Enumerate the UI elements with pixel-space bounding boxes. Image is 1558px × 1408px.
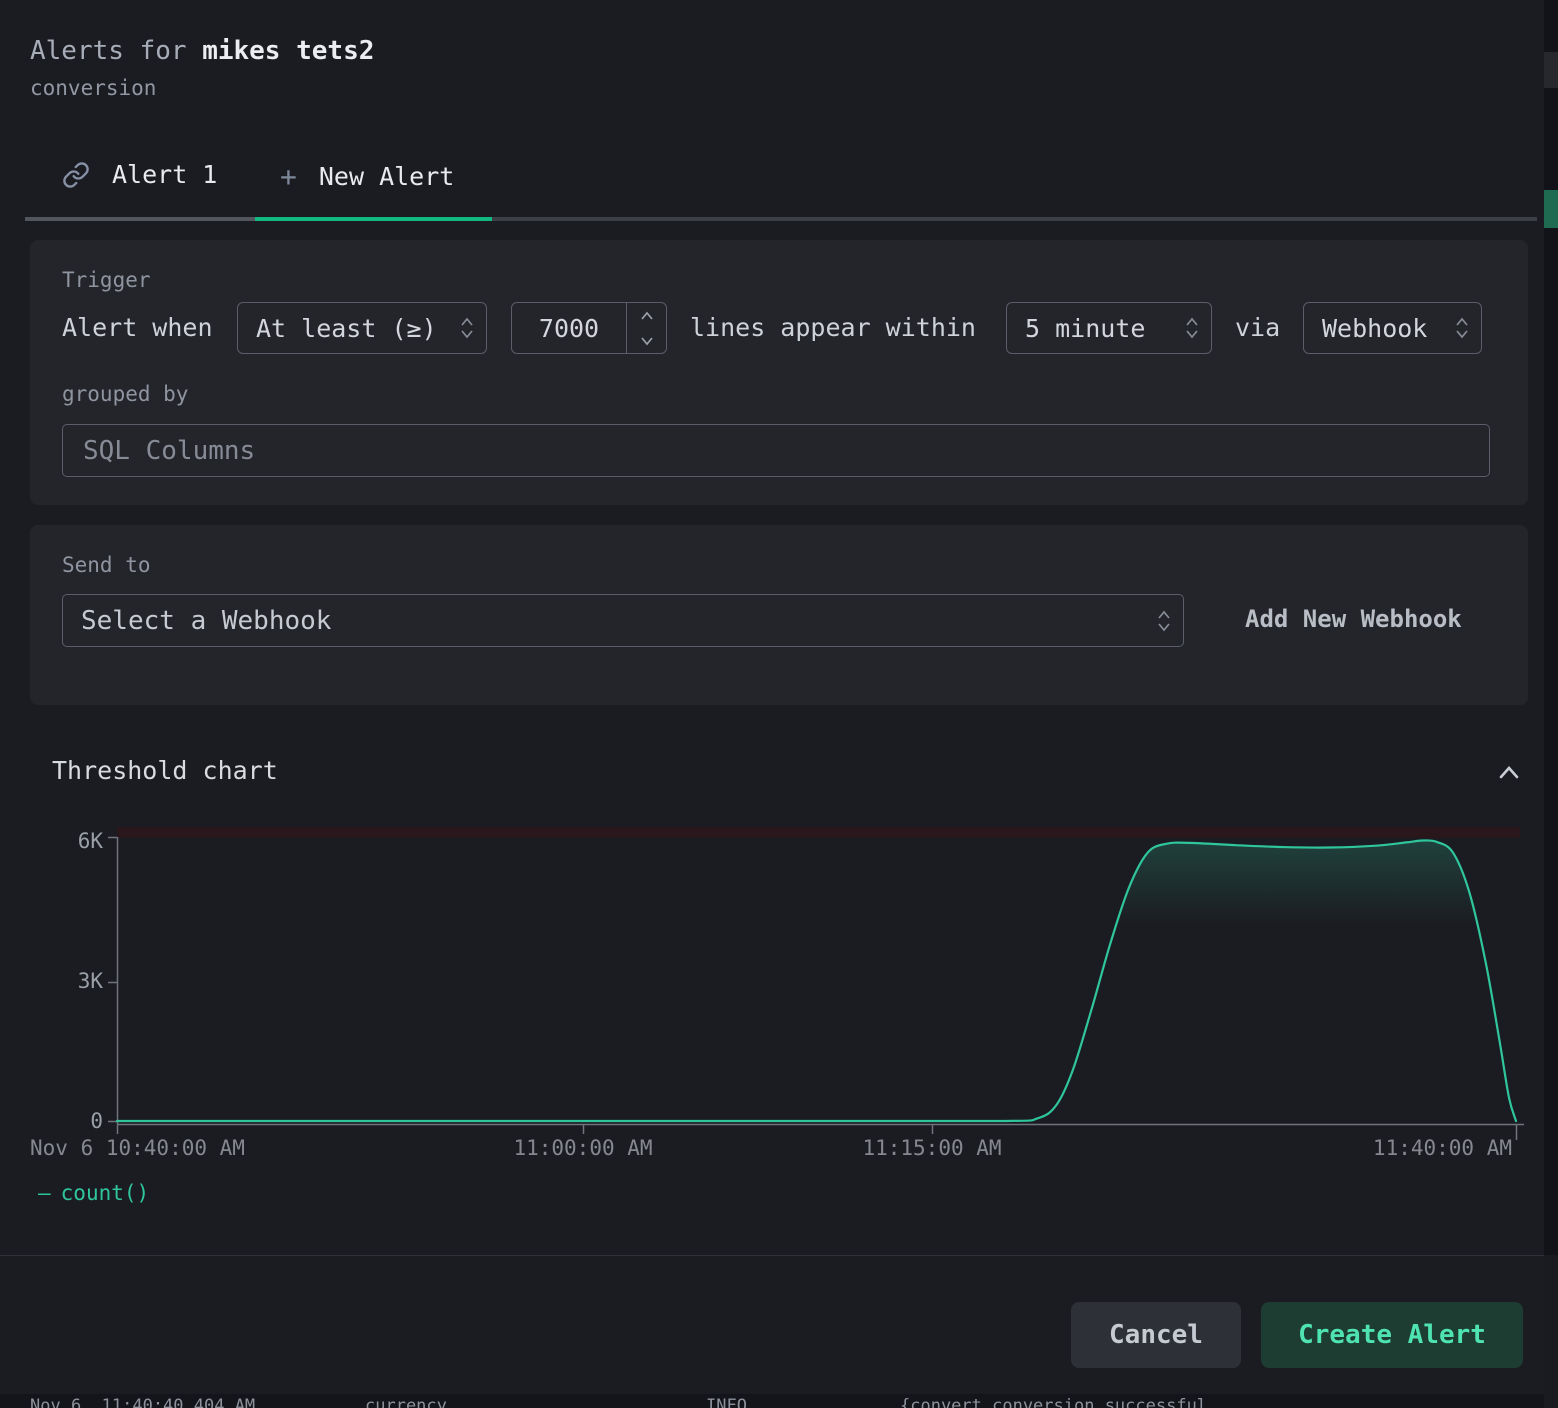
xtick-1115: 11:15:00 AM [862,1136,1001,1160]
tab-alert-1[interactable]: Alert 1 [62,160,217,189]
tab-new-alert[interactable]: + New Alert [280,160,454,193]
background-edge-fragment [1544,1255,1558,1408]
chart-series [117,840,1516,1121]
xtick-end: 11:40:00 AM [1373,1136,1512,1160]
webhook-select[interactable]: Select a Webhook [62,594,1184,647]
xtick-1100: 11:00:00 AM [513,1136,652,1160]
comparison-select[interactable]: At least (≥) [237,302,487,354]
background-log-timestamp: Nov 6, 11:40:40.404 AM [30,1396,255,1408]
alert-modal: Alerts for mikes tets2 conversion Alert … [0,0,1544,1394]
trigger-label: Trigger [62,268,151,292]
background-green-button-fragment [1544,190,1558,228]
trigger-panel: Trigger Alert when At least (≥) lines ap… [30,240,1528,505]
threshold-band [117,827,1520,838]
tab-new-alert-label: New Alert [319,162,454,191]
tab-underline [25,217,1537,221]
grouped-by-label: grouped by [62,382,188,406]
footer-divider [0,1255,1544,1256]
comparison-select-value: At least (≥) [256,314,437,343]
chevron-updown-icon [1185,314,1199,342]
ytick-0: 0 [33,1109,103,1133]
threshold-input[interactable] [512,303,626,353]
background-log-message: {convert conversion successful [900,1396,1207,1408]
channel-select[interactable]: Webhook [1303,302,1482,354]
background-log-level: INFO [706,1396,747,1408]
background-page-edge [1544,0,1558,1408]
ytick-6k: 6K [33,829,103,853]
chevron-updown-icon [1455,314,1469,342]
chevron-updown-icon [1157,607,1171,635]
chevron-updown-icon [460,314,474,342]
collapse-chart-button[interactable] [1492,756,1526,790]
create-alert-button[interactable]: Create Alert [1261,1302,1523,1368]
send-to-panel: Send to Select a Webhook Add New Webhook [30,525,1528,705]
via-text: via [1235,313,1280,342]
tab-underline-active [255,217,492,221]
background-edge-fragment [1544,52,1558,88]
send-to-label: Send to [62,553,151,577]
threshold-input-group [511,302,667,354]
chart-legend: — count() [38,1181,149,1205]
channel-select-value: Webhook [1322,314,1427,343]
page-title-dataset: mikes tets2 [202,36,374,66]
window-select-value: 5 minute [1025,314,1145,343]
lines-within-text: lines appear within [690,313,976,342]
threshold-spinner [626,303,666,353]
webhook-select-value: Select a Webhook [81,606,331,636]
chevron-up-icon [1494,758,1524,788]
alert-when-text: Alert when [62,313,213,342]
legend-line-swatch: — [38,1181,51,1205]
legend-series-label: count() [61,1181,150,1205]
plus-icon: + [280,160,297,193]
ytick-3k: 3K [33,969,103,993]
page-title-prefix: Alerts for [30,36,202,66]
cancel-button[interactable]: Cancel [1071,1302,1241,1368]
page-subtitle: conversion [30,76,156,100]
page-title: Alerts for mikes tets2 [30,36,374,66]
threshold-chart-title: Threshold chart [52,756,278,785]
background-log-field: currency [365,1396,447,1408]
window-select[interactable]: 5 minute [1006,302,1212,354]
grouped-by-input[interactable] [62,424,1490,477]
spinner-down-button[interactable] [627,328,666,353]
tab-alert-1-label: Alert 1 [112,160,217,189]
xtick-start: Nov 6 10:40:00 AM [30,1136,245,1160]
spinner-up-button[interactable] [627,303,666,328]
background-log-row: Nov 6, 11:40:40.404 AM currency INFO {co… [0,1394,1544,1408]
tab-underline-inactive [25,217,255,221]
link-icon [62,161,90,189]
add-new-webhook-button[interactable]: Add New Webhook [1245,605,1462,633]
